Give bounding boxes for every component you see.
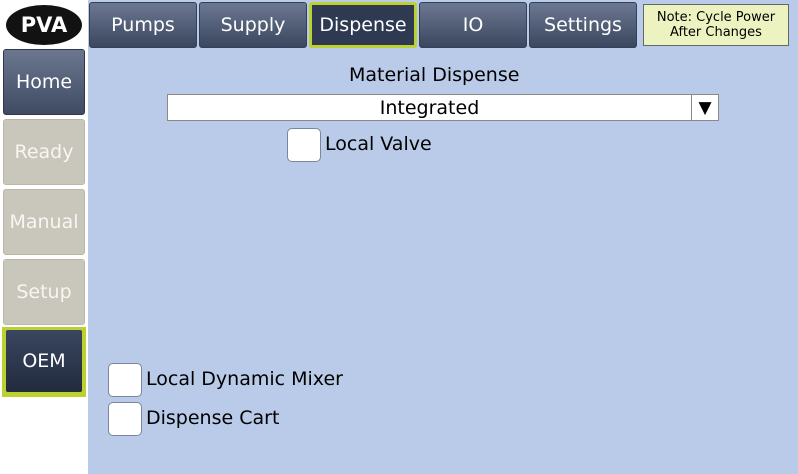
note-line-2: After Changes — [670, 25, 762, 40]
cycle-power-note: Note: Cycle Power After Changes — [643, 4, 789, 46]
sidebar-item-label: Ready — [14, 141, 74, 163]
tab-label: Supply — [220, 14, 286, 36]
sidebar-item-label: OEM — [22, 350, 66, 372]
sidebar-item-home[interactable]: Home — [3, 49, 85, 115]
tab-label: IO — [462, 14, 484, 36]
logo-text: PVA — [20, 13, 68, 37]
material-dispense-select[interactable]: Integrated ▼ — [167, 94, 719, 121]
tab-dispense[interactable]: Dispense — [309, 2, 417, 48]
dispense-cart-checkbox[interactable] — [108, 402, 142, 436]
dispense-cart-label: Dispense Cart — [146, 407, 280, 429]
sidebar-item-label: Manual — [9, 211, 79, 233]
sidebar-item-ready[interactable]: Ready — [3, 119, 85, 185]
local-dynamic-mixer-checkbox[interactable] — [108, 363, 142, 397]
local-valve-checkbox[interactable] — [287, 128, 321, 162]
dropdown-value: Integrated — [379, 96, 480, 119]
tab-label: Pumps — [111, 14, 175, 36]
tab-label: Settings — [544, 14, 622, 36]
tab-io[interactable]: IO — [419, 2, 527, 48]
sidebar-item-setup[interactable]: Setup — [3, 259, 85, 325]
tab-supply[interactable]: Supply — [199, 2, 307, 48]
pva-logo: PVA — [6, 5, 82, 45]
sidebar-item-manual[interactable]: Manual — [3, 189, 85, 255]
tab-settings[interactable]: Settings — [529, 2, 637, 48]
tab-label: Dispense — [319, 14, 407, 36]
tab-pumps[interactable]: Pumps — [89, 2, 197, 48]
sidebar-item-oem[interactable]: OEM — [6, 330, 82, 392]
sidebar-item-label: Home — [15, 71, 73, 93]
local-valve-label: Local Valve — [325, 133, 432, 155]
local-dynamic-mixer-label: Local Dynamic Mixer — [146, 368, 343, 390]
sidebar-item-label: Setup — [16, 281, 72, 303]
material-dispense-label: Material Dispense — [349, 64, 520, 86]
sidebar-item-oem-frame: OEM — [2, 327, 86, 397]
note-line-1: Note: Cycle Power — [656, 10, 776, 25]
dropdown-arrow-icon[interactable]: ▼ — [691, 95, 718, 120]
